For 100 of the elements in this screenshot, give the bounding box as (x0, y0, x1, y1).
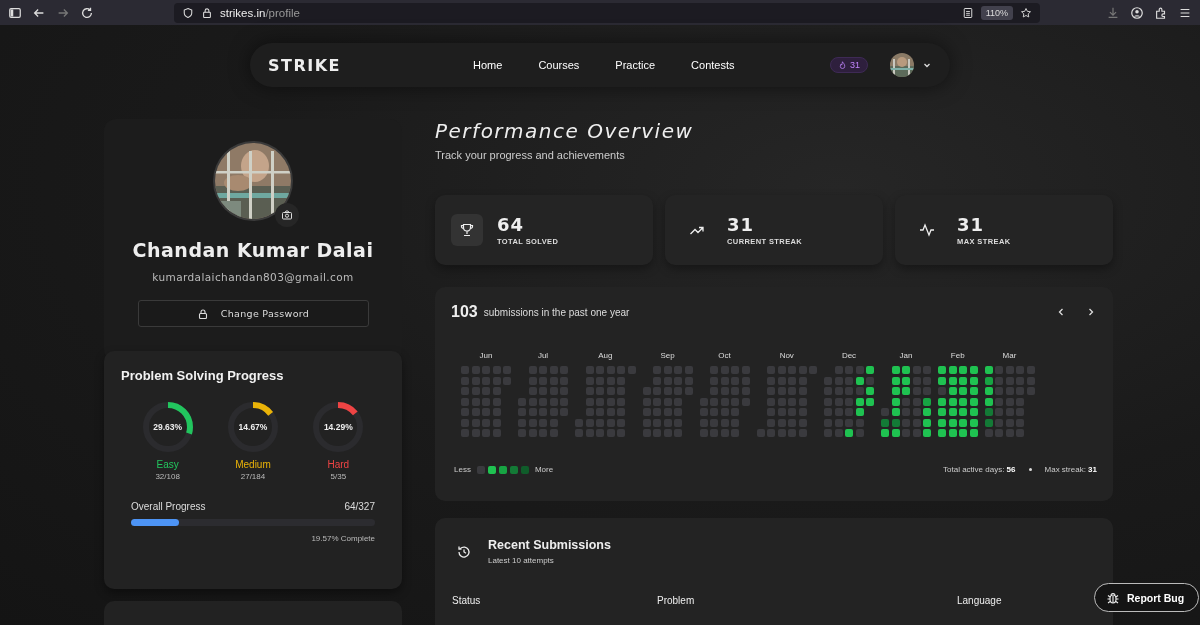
heatmap-cell (585, 418, 594, 427)
stat-value: 31 (727, 214, 756, 235)
extensions-icon[interactable] (1154, 5, 1168, 20)
heatmap-cell (518, 418, 526, 427)
heatmap-cell (1005, 397, 1014, 406)
heatmap-cell (824, 429, 832, 437)
heatmap-cell (777, 387, 786, 395)
camera-button[interactable] (275, 203, 299, 227)
heatmap-cell (855, 397, 864, 406)
nav-link[interactable]: Home (473, 59, 503, 71)
heatmap-cell (549, 418, 558, 427)
heatmap-cell (606, 397, 615, 406)
heatmap-cell (1026, 376, 1035, 385)
download-icon[interactable] (1106, 5, 1120, 20)
heatmap-cell (995, 397, 1003, 406)
month-label: Feb (950, 351, 965, 360)
heatmap-cell (560, 387, 568, 395)
legend-more: More (534, 465, 554, 474)
heatmap-cell (539, 418, 547, 427)
heatmap-cell (492, 408, 501, 416)
heatmap-cell (798, 366, 807, 374)
heatmap-cell (912, 387, 921, 395)
heatmap-cell (606, 408, 615, 416)
nav-link[interactable]: Contests (691, 59, 735, 71)
heatmap-cell (596, 366, 604, 374)
heatmap-cell (710, 418, 718, 427)
heatmap-cell (699, 408, 708, 416)
progress-ring (228, 402, 278, 452)
heatmap-cell (560, 397, 568, 406)
heatmap-cell (767, 418, 775, 427)
shield-icon (182, 6, 194, 19)
heatmap-cell (606, 387, 615, 395)
heatmap-cell (617, 376, 625, 385)
change-password-button[interactable]: Change Password (137, 300, 369, 327)
heatmap-cell (653, 376, 661, 385)
nav-link[interactable]: Courses (538, 59, 580, 71)
heatmap-cell (482, 429, 490, 437)
difficulty-label: Easy (156, 459, 179, 470)
heatmap-cell (684, 376, 693, 385)
heatmap-cell (720, 429, 729, 437)
heatmap-cell (824, 387, 832, 395)
heatmap-cell (995, 408, 1003, 416)
heatmap-cell (503, 376, 511, 385)
heatmap-cell (471, 376, 480, 385)
heatmap-cell (995, 376, 1003, 385)
address-bar[interactable]: strikes.in/profile 110% (174, 2, 1040, 23)
max-streak: Max streak: 31 (1044, 465, 1097, 474)
star-icon[interactable] (1020, 6, 1032, 19)
heatmap-cell (461, 429, 469, 437)
heatmap-cell (663, 366, 672, 374)
heatmap-cell (902, 429, 910, 437)
donut-percent: 14.29% (323, 422, 353, 432)
heatmap-cell (528, 418, 537, 427)
heatmap-cell (731, 397, 739, 406)
heatmap-cell (731, 429, 739, 437)
heatmap-cell (684, 366, 693, 374)
heatmap-cell (617, 366, 625, 374)
heatmap-cell (684, 387, 693, 395)
heatmap-cell (923, 418, 931, 427)
legend-swatch (487, 465, 496, 474)
flame-icon (838, 60, 847, 70)
heatmap-cell (720, 366, 729, 374)
active-days: Total active days: 56 (943, 465, 1016, 474)
heatmap-cell (938, 376, 946, 385)
stat-value: 64 (497, 214, 526, 235)
heatmap-cell (855, 376, 864, 385)
reader-icon[interactable] (961, 6, 974, 19)
heatmap-cell (866, 387, 874, 395)
zoom-badge[interactable]: 110% (980, 5, 1013, 20)
nav-link[interactable]: Practice (615, 59, 656, 71)
heatmap-cell (653, 387, 661, 395)
heatmap-cell (948, 397, 957, 406)
heatmap-cell (995, 387, 1003, 395)
heatmap-cell (912, 397, 921, 406)
heatmap-cell (948, 418, 957, 427)
heatmap-cell (959, 429, 967, 437)
heatmap-cell (995, 418, 1003, 427)
heatmap-cell (788, 397, 796, 406)
heatmap-cell (606, 418, 615, 427)
heatmap-cell (720, 408, 729, 416)
heatmap-cell (984, 408, 993, 416)
heatmap-cell (710, 429, 718, 437)
pulse-icon (919, 222, 935, 238)
heatmap-cell (948, 408, 957, 416)
sidebar-icon[interactable] (8, 5, 22, 20)
heatmap-cell (528, 376, 537, 385)
heatmap-cell (1005, 387, 1014, 395)
heatmap-cell (824, 397, 832, 406)
logo[interactable]: STRIKE (268, 55, 342, 75)
reload-icon[interactable] (80, 5, 94, 20)
heatmap-cell (731, 408, 739, 416)
heatmap-cell (855, 429, 864, 437)
heatmap-cell (663, 408, 672, 416)
account-icon[interactable] (1130, 5, 1144, 20)
bug-icon (1106, 590, 1120, 605)
page-subtitle: Track your progress and achievements (435, 149, 626, 161)
heatmap-cell (881, 429, 889, 437)
heatmap-cell (969, 397, 978, 406)
report-bug-button[interactable]: Report Bug (1094, 583, 1200, 612)
streak-badge[interactable]: 31 (830, 57, 868, 73)
